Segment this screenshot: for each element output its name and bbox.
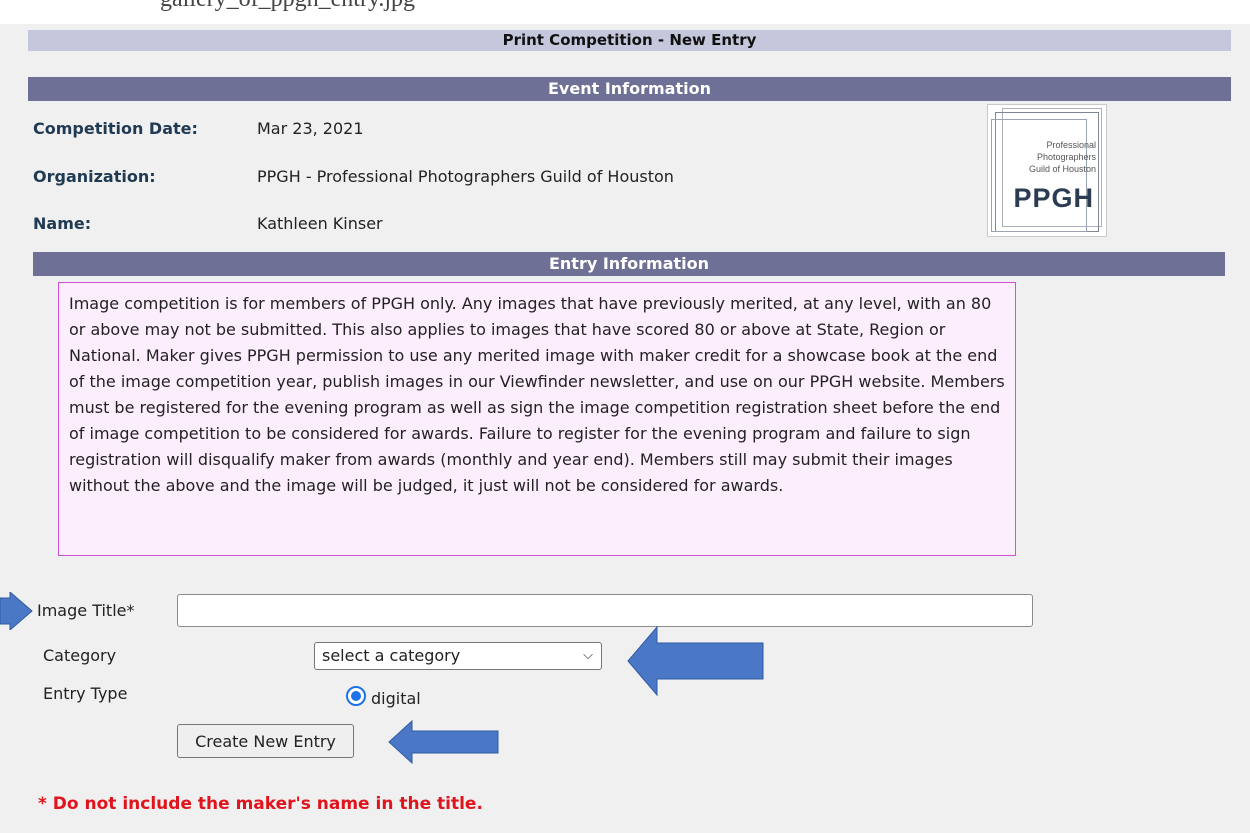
organization-label: Organization: [33,167,156,186]
name-label: Name: [33,214,92,233]
cropped-caption-text: gallery_of_ppgh_entry.jpg [160,0,415,13]
event-information-heading: Event Information [28,77,1231,101]
page-title: Print Competition - New Entry [28,30,1231,51]
create-new-entry-button[interactable]: Create New Entry [177,724,354,758]
title-warning: * Do not include the maker's name in the… [38,794,483,814]
logo-frame [991,119,1087,232]
arrow-left-icon [388,720,499,764]
image-title-input[interactable] [177,594,1033,627]
competition-date-label: Competition Date: [33,119,198,138]
logo-mark: PPGH [1013,183,1094,213]
entry-information-heading: Entry Information [33,252,1225,276]
arrow-left-icon [627,626,764,696]
chevron-down-icon: ⌵ [583,648,593,663]
logo-text: Professional Photographers Guild of Hous… [1028,140,1096,174]
entry-type-digital-label[interactable]: digital [371,689,421,708]
entry-type-digital-radio[interactable] [346,686,366,706]
rules-notice: Image competition is for members of PPGH… [58,282,1016,556]
organization-value: PPGH - Professional Photographers Guild … [257,167,674,186]
radio-selected-dot [351,691,361,701]
arrow-right-icon [0,592,33,630]
ppgh-logo: Professional Photographers Guild of Hous… [987,104,1107,237]
entry-type-label: Entry Type [43,684,128,703]
competition-date-value: Mar 23, 2021 [257,119,364,138]
cropped-caption: gallery_of_ppgh_entry.jpg [0,0,1250,24]
image-title-label: Image Title* [37,601,135,620]
category-select[interactable]: select a category ⌵ [314,642,602,670]
category-selected-value: select a category [322,646,461,665]
category-label: Category [43,646,117,665]
name-value: Kathleen Kinser [257,214,383,233]
